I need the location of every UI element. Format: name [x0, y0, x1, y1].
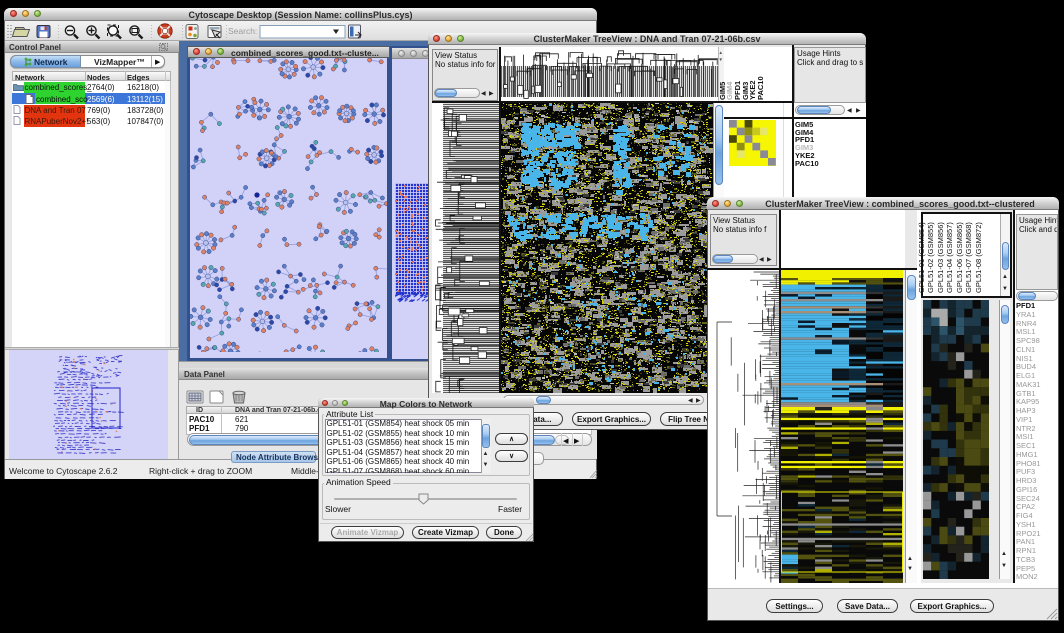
svg-text:Search:: Search:	[228, 26, 257, 36]
